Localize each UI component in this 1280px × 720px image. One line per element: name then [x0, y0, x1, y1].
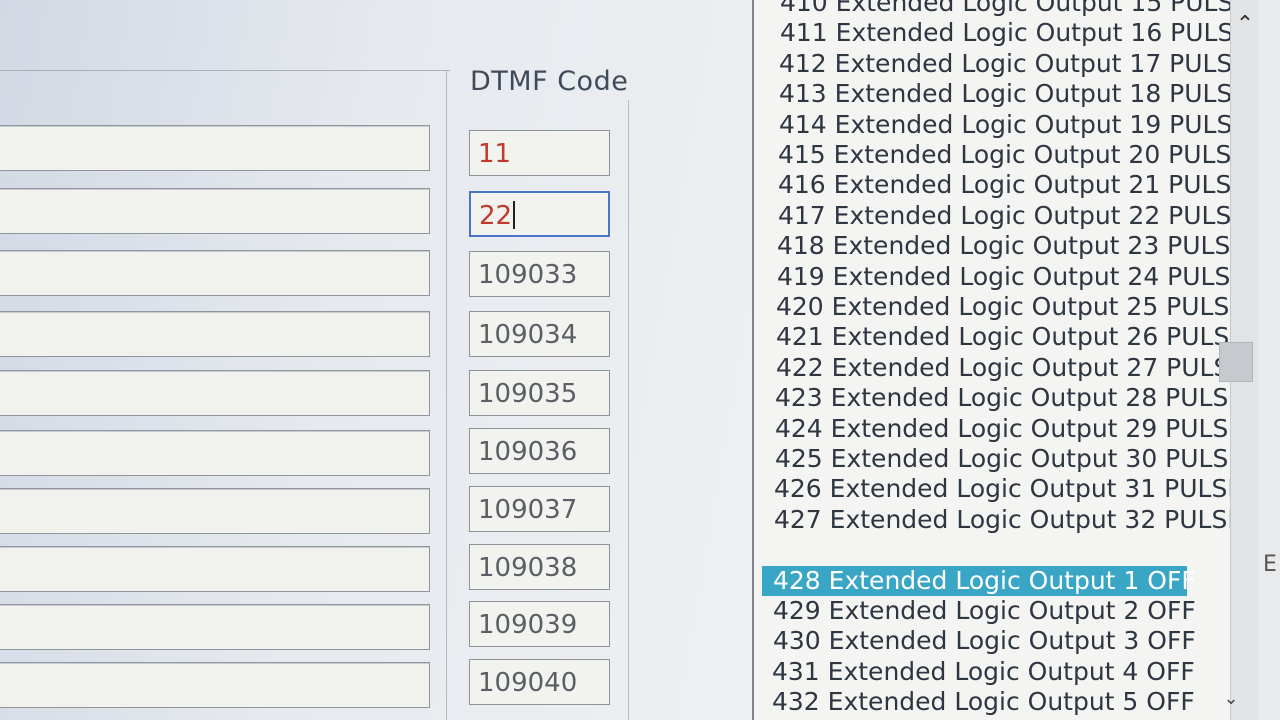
dtmf-code-input[interactable]: 109034 [469, 311, 610, 357]
list-item[interactable]: 410 Extended Logic Output 15 PULSE [776, 0, 1230, 18]
channel-name-field[interactable] [0, 662, 430, 708]
dtmf-code-input[interactable]: 109036 [469, 428, 610, 474]
dtmf-code-input[interactable]: 109037 [469, 486, 610, 532]
list-item[interactable]: 425 Extended Logic Output 30 PULSE [771, 444, 1230, 474]
list-item[interactable]: 420 Extended Logic Output 25 PULSE [772, 292, 1230, 322]
chevron-up-icon[interactable]: ⌃ [1231, 8, 1259, 42]
list-item[interactable]: 413 Extended Logic Output 18 PULSE [775, 79, 1230, 109]
channel-name-field[interactable] [0, 188, 430, 234]
dtmf-code-header: DTMF Code [470, 66, 629, 97]
list-item[interactable]: 414 Extended Logic Output 19 PULSE [775, 110, 1230, 140]
scrollbar-thumb[interactable] [1219, 342, 1253, 382]
list-item[interactable]: 416 Extended Logic Output 21 PULSE [774, 170, 1230, 200]
list-item[interactable]: 415 Extended Logic Output 20 PULSE [774, 140, 1230, 170]
text-caret [513, 201, 516, 229]
dtmf-code-value: 109038 [478, 553, 578, 583]
groupbox-border [0, 70, 450, 71]
chevron-down-icon[interactable]: ⌄ [1217, 684, 1245, 714]
dtmf-code-value: 22 [479, 201, 513, 231]
listbox-scrollbar[interactable]: ⌃ ⌄ [1219, 0, 1259, 720]
dtmf-code-value: 109037 [478, 495, 578, 525]
list-item[interactable]: 421 Extended Logic Output 26 PULSE [772, 322, 1230, 352]
channel-name-field[interactable] [0, 546, 430, 592]
dtmf-code-input[interactable]: 109040 [469, 659, 610, 705]
list-item[interactable]: 418 Extended Logic Output 23 PULSE [773, 231, 1230, 261]
list-item[interactable]: 422 Extended Logic Output 27 PULSE [772, 353, 1230, 383]
channel-name-field[interactable] [0, 125, 430, 171]
logic-output-listbox[interactable]: 410 Extended Logic Output 15 PULSE 411 Ex… [752, 0, 1230, 720]
dtmf-code-value: 109035 [478, 379, 578, 409]
channel-name-field[interactable] [0, 488, 430, 534]
groupbox-divider [446, 70, 447, 720]
list-item[interactable]: 430 Extended Logic Output 3 OFF [769, 626, 1196, 656]
adjacent-panel-edge [1258, 0, 1280, 720]
list-item[interactable]: 432 Extended Logic Output 5 OFF [768, 687, 1195, 717]
list-item[interactable]: 429 Extended Logic Output 2 OFF [769, 596, 1196, 626]
list-item[interactable]: 417 Extended Logic Output 22 PULSE [774, 201, 1230, 231]
channel-name-field[interactable] [0, 430, 430, 476]
channel-name-field[interactable] [0, 604, 430, 650]
list-item[interactable]: 431 Extended Logic Output 4 OFF [768, 657, 1195, 687]
dtmf-code-input[interactable]: 109035 [469, 370, 610, 416]
channel-name-field[interactable] [0, 250, 430, 296]
list-item[interactable]: 427 Extended Logic Output 32 PULSE [770, 505, 1230, 535]
list-item[interactable]: 424 Extended Logic Output 29 PULSE [771, 414, 1230, 444]
dtmf-code-value: 109034 [478, 320, 578, 350]
list-item[interactable]: 423 Extended Logic Output 28 PULSE [771, 383, 1230, 413]
adjacent-panel-label: E [1263, 552, 1277, 577]
groupbox-divider [628, 100, 629, 720]
dtmf-form-pane: DTMF Code 11 22 109033 109034 109035 109036 10… [0, 0, 752, 720]
dtmf-code-value: 109036 [478, 437, 578, 467]
dtmf-code-input[interactable]: 109039 [469, 601, 610, 647]
channel-name-field[interactable] [0, 311, 430, 357]
dtmf-code-input[interactable]: 109033 [469, 251, 610, 297]
list-item[interactable]: 411 Extended Logic Output 16 PULSE [776, 18, 1230, 48]
dtmf-code-value: 109033 [478, 260, 578, 290]
dtmf-code-input[interactable]: 109038 [469, 544, 610, 590]
list-item[interactable]: 412 Extended Logic Output 17 PULSE [775, 49, 1230, 79]
list-item[interactable]: 426 Extended Logic Output 31 PULSE [770, 474, 1230, 504]
dtmf-code-value: 109039 [478, 610, 578, 640]
dtmf-code-input[interactable]: 22 [469, 191, 610, 237]
dtmf-code-input[interactable]: 11 [469, 130, 610, 176]
list-item-selected[interactable]: 428 Extended Logic Output 1 OFF [762, 565, 1196, 596]
dtmf-code-value: 109040 [478, 668, 578, 698]
channel-name-field[interactable] [0, 370, 430, 416]
dtmf-code-value: 11 [478, 139, 512, 169]
list-item[interactable]: 419 Extended Logic Output 24 PULSE [773, 262, 1230, 292]
